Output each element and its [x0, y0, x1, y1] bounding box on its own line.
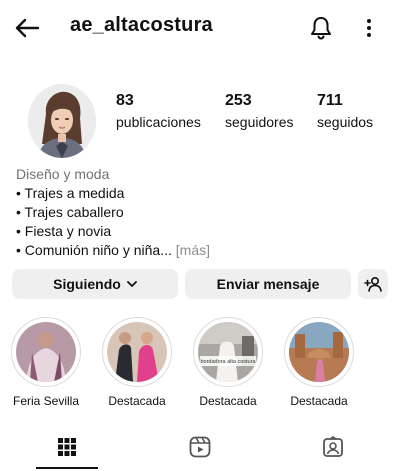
more-vertical-icon[interactable] [360, 15, 378, 41]
highlight-thumbnail [16, 322, 76, 382]
message-button[interactable]: Enviar mensaje [185, 269, 351, 299]
following-button-label: Siguiendo [53, 276, 121, 292]
stat-following-count: 711 [317, 92, 343, 109]
profile-username: ae_altacostura [70, 14, 213, 36]
avatar-illustration [28, 84, 96, 158]
highlight-label: Destacada [108, 394, 166, 408]
stat-posts-label: publicaciones [116, 114, 201, 130]
profile-bio: Diseño y moda • Trajes a medida • Trajes… [16, 165, 376, 260]
highlight-thumbnail [289, 322, 349, 382]
stat-followers-label: seguidores [225, 114, 294, 130]
tab-reels[interactable] [133, 422, 266, 471]
highlight-ring [102, 317, 172, 387]
stat-followers-count: 253 [225, 92, 252, 109]
highlight-label: Destacada [199, 394, 257, 408]
active-tab-indicator [36, 467, 98, 469]
highlight-item[interactable]: Destacada [99, 317, 175, 408]
reels-icon [189, 436, 210, 457]
tab-posts[interactable] [0, 422, 133, 471]
add-user-button[interactable] [358, 269, 388, 299]
tab-tagged[interactable] [266, 422, 399, 471]
bio-line: • Comunión niño y niña... [16, 242, 172, 258]
bio-category: Diseño y moda [16, 166, 110, 182]
stat-following-label: seguidos [317, 114, 374, 130]
highlight-item[interactable]: Feria Sevilla [8, 317, 84, 408]
stat-posts-count: 83 [116, 92, 134, 109]
bio-line: • Trajes caballero [16, 204, 124, 220]
bio-more-link[interactable]: [más] [176, 242, 210, 258]
highlight-ring: bordadora alta costura [193, 317, 263, 387]
highlight-overlay-text: bordadora alta costura [200, 359, 256, 365]
following-button[interactable]: Siguiendo [12, 269, 178, 299]
highlight-ring [284, 317, 354, 387]
profile-avatar[interactable] [28, 84, 96, 158]
bio-line: • Trajes a medida [16, 185, 125, 201]
highlight-item[interactable]: bordadora alta costura Destacada [190, 317, 266, 408]
highlight-item[interactable]: Destacada [281, 317, 357, 408]
tagged-icon [322, 435, 343, 457]
bell-icon[interactable] [309, 15, 333, 41]
arrow-left-icon[interactable] [14, 16, 40, 40]
bio-line: • Fiesta y novia [16, 223, 112, 239]
message-button-label: Enviar mensaje [216, 276, 320, 292]
top-bar: ae_altacostura [0, 0, 400, 56]
highlight-label: Destacada [290, 394, 348, 408]
highlight-thumbnail: bordadora alta costura [198, 322, 258, 382]
stat-following[interactable]: 711 seguidos [317, 92, 373, 130]
stat-followers[interactable]: 253 seguidores [225, 92, 294, 130]
highlight-ring [11, 317, 81, 387]
add-person-icon [364, 276, 382, 292]
profile-tabs [0, 422, 400, 471]
bio-line-last: • Comunión niño y niña... [más] [16, 241, 376, 260]
stat-posts[interactable]: 83 publicaciones [116, 92, 201, 130]
chevron-down-icon [126, 280, 137, 287]
highlight-thumbnail [107, 322, 167, 382]
grid-icon [57, 437, 76, 456]
highlight-label: Feria Sevilla [12, 394, 80, 408]
